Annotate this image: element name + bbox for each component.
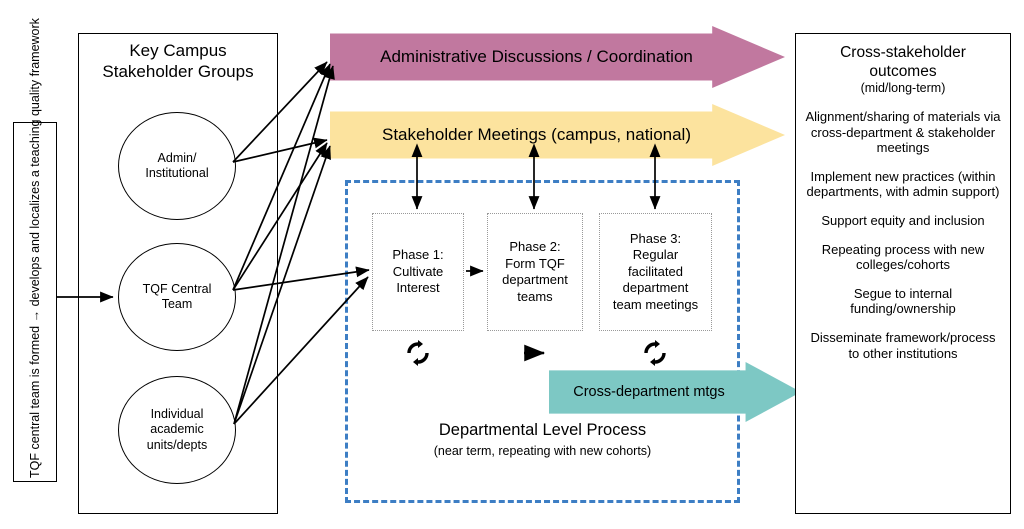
diagram-canvas: TQF central team is formed → develops an…: [0, 0, 1024, 529]
cycle-icon-phase-3: [644, 340, 666, 366]
connector-tqf-to-stakeholder-banner: [232, 142, 328, 291]
cycle-icon-phase-1: [407, 340, 429, 366]
connector-admin-to-stakeholder-banner: [232, 137, 328, 163]
connector-overlay: [57, 61, 666, 425]
connector-tqf-to-phase-1: [232, 266, 370, 291]
connector-admin-to-admin-banner: [232, 61, 328, 163]
connector-tqf-to-admin-banner: [232, 63, 331, 291]
connector-units-to-stakeholder-banner: [233, 145, 331, 425]
